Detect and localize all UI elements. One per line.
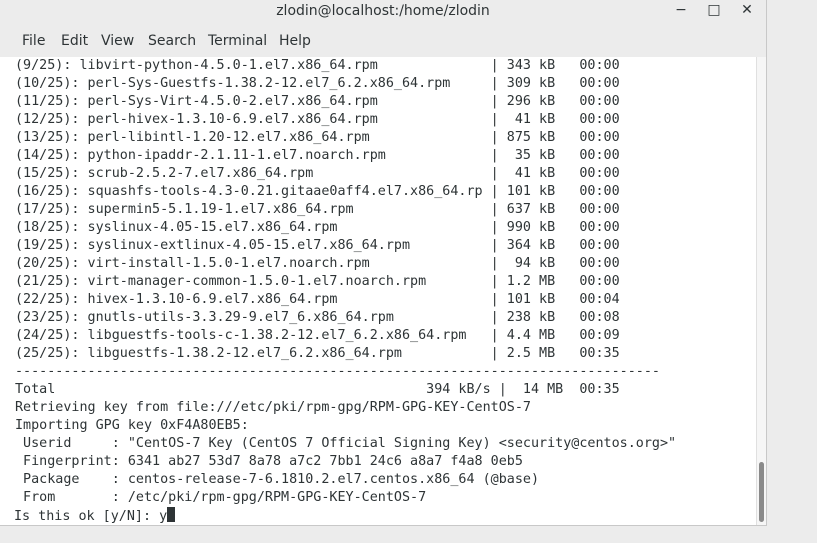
prompt-line[interactable]: Is this ok [y/N]: y: [14, 507, 176, 525]
terminal-line: (16/25): squashfs-tools-4.3-0.21.gitaae0…: [15, 184, 620, 199]
terminal-output[interactable]: (9/25): libvirt-python-4.5.0-1.el7.x86_6…: [0, 57, 756, 525]
scrollbar-track[interactable]: [756, 57, 766, 525]
terminal-line: (12/25): perl-hivex-1.3.10-6.9.el7.x86_6…: [15, 112, 620, 127]
terminal-line: Fingerprint: 6341 ab27 53d7 8a78 a7c2 7b…: [15, 454, 523, 469]
terminal-line: (22/25): hivex-1.3.10-6.9.el7.x86_64.rpm…: [15, 292, 620, 307]
terminal-line: (21/25): virt-manager-common-1.5.0-1.el7…: [15, 274, 620, 289]
terminal-line: Userid : "CentOS-7 Key (CentOS 7 Officia…: [15, 436, 677, 451]
terminal-line: (23/25): gnutls-utils-3.3.29-9.el7_6.x86…: [15, 310, 620, 325]
menu-view[interactable]: View: [101, 33, 134, 50]
terminal-line: (24/25): libguestfs-tools-c-1.38.2-12.el…: [15, 328, 620, 343]
terminal-line: (15/25): scrub-2.5.2-7.el7.x86_64.rpm | …: [15, 166, 620, 181]
minimize-button[interactable]: −: [666, 0, 696, 22]
terminal-line: Retrieving key from file:///etc/pki/rpm-…: [15, 400, 531, 415]
window-title: zlodin@localhost:/home/zlodin: [276, 3, 490, 19]
terminal-line: (11/25): perl-Sys-Virt-4.5.0-2.el7.x86_6…: [15, 94, 620, 109]
prompt-input[interactable]: y: [159, 509, 167, 524]
scrollbar-thumb[interactable]: [759, 462, 764, 522]
menu-edit[interactable]: Edit: [61, 33, 88, 50]
text-cursor: [167, 507, 176, 522]
menu-terminal[interactable]: Terminal: [208, 33, 267, 50]
menu-file[interactable]: File: [22, 33, 45, 50]
terminal-line: (19/25): syslinux-extlinux-4.05-15.el7.x…: [15, 238, 620, 253]
terminal-window: zlodin@localhost:/home/zlodin − □ ✕ File…: [0, 0, 767, 526]
terminal-line: (17/25): supermin5-5.1.19-1.el7.x86_64.r…: [15, 202, 620, 217]
terminal-line: Package : centos-release-7-6.1810.2.el7.…: [15, 472, 540, 487]
terminal-line: (14/25): python-ipaddr-2.1.11-1.el7.noar…: [15, 148, 620, 163]
terminal-line: (18/25): syslinux-4.05-15.el7.x86_64.rpm…: [15, 220, 620, 235]
menu-search[interactable]: Search: [148, 33, 196, 50]
maximize-button[interactable]: □: [699, 0, 729, 22]
terminal-line: (20/25): virt-install-1.5.0-1.el7.noarch…: [15, 256, 620, 271]
menu-bar: File Edit View Search Terminal Help: [0, 26, 766, 58]
prompt-text: Is this ok [y/N]:: [14, 509, 160, 524]
terminal-line: (9/25): libvirt-python-4.5.0-1.el7.x86_6…: [15, 58, 620, 73]
terminal-line: Total 394 kB/s | 14 MB 00:35: [15, 382, 620, 397]
terminal-line: (13/25): perl-libintl-1.20-12.el7.x86_64…: [15, 130, 620, 145]
terminal-line: ----------------------------------------…: [15, 364, 660, 379]
terminal-line: Importing GPG key 0xF4A80EB5:: [15, 418, 249, 433]
close-button[interactable]: ✕: [732, 0, 762, 22]
terminal-line: From : /etc/pki/rpm-gpg/RPM-GPG-KEY-Cent…: [15, 490, 427, 505]
menu-help[interactable]: Help: [279, 33, 311, 50]
terminal-line: (25/25): libguestfs-1.38.2-12.el7_6.2.x8…: [15, 346, 620, 361]
title-bar[interactable]: zlodin@localhost:/home/zlodin − □ ✕: [0, 0, 766, 26]
terminal-line: (10/25): perl-Sys-Guestfs-1.38.2-12.el7_…: [15, 76, 620, 91]
